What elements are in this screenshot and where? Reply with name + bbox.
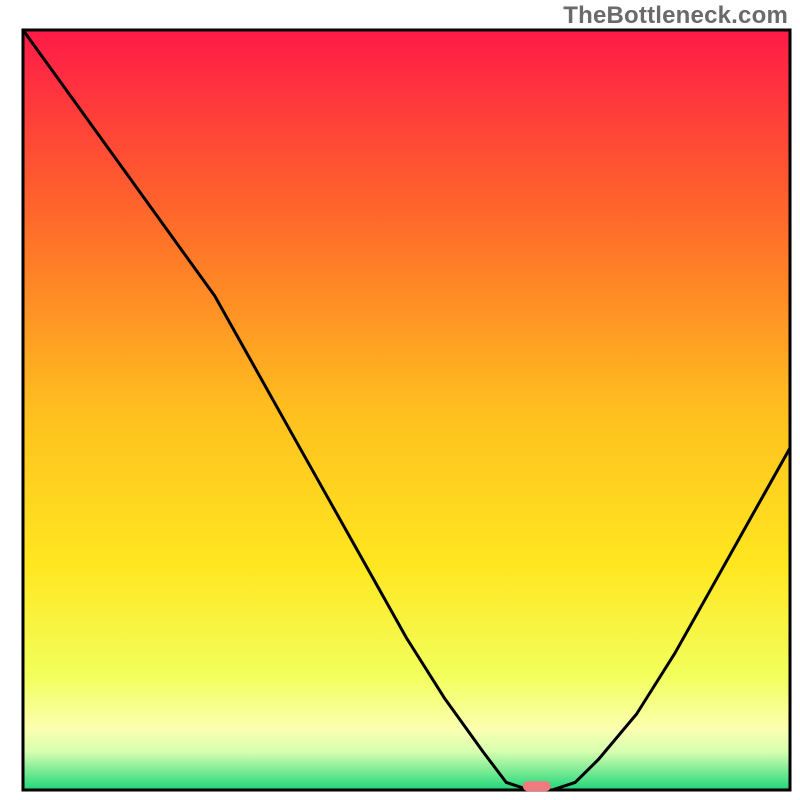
plot-background xyxy=(23,30,790,790)
bottleneck-chart xyxy=(0,0,800,800)
selected-config-marker xyxy=(523,781,551,791)
chart-container: TheBottleneck.com xyxy=(0,0,800,800)
